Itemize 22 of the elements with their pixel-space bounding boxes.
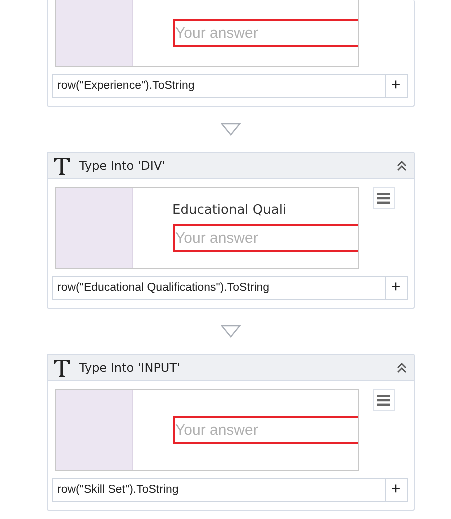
collapse-icon[interactable] (396, 362, 408, 374)
answer-field: Your answer (172, 19, 358, 47)
expression-field[interactable]: row("Skill Set").ToString (52, 478, 386, 502)
menu-button[interactable] (372, 187, 394, 209)
menu-icon (377, 394, 390, 406)
answer-field: Your answer (172, 416, 358, 444)
expression-field[interactable]: row("Experience").ToString (52, 74, 386, 98)
type-into-icon (52, 358, 72, 378)
add-button[interactable]: + (386, 478, 408, 502)
menu-icon (377, 192, 390, 204)
add-button[interactable]: + (386, 74, 408, 98)
add-button[interactable]: + (386, 276, 408, 300)
type-into-icon (52, 156, 72, 176)
down-arrow-icon (220, 325, 240, 338)
preview-heading: Educational Quali (172, 204, 288, 218)
answer-field: Your answer (172, 224, 358, 252)
activity-title: Type Into 'INPUT' (80, 360, 182, 374)
menu-button[interactable] (372, 389, 394, 411)
down-arrow-icon (220, 123, 240, 136)
collapse-icon[interactable] (396, 160, 408, 172)
activity-title: Type Into 'DIV' (80, 158, 166, 172)
expression-field[interactable]: row("Educational Qualifications").ToString (52, 276, 386, 300)
